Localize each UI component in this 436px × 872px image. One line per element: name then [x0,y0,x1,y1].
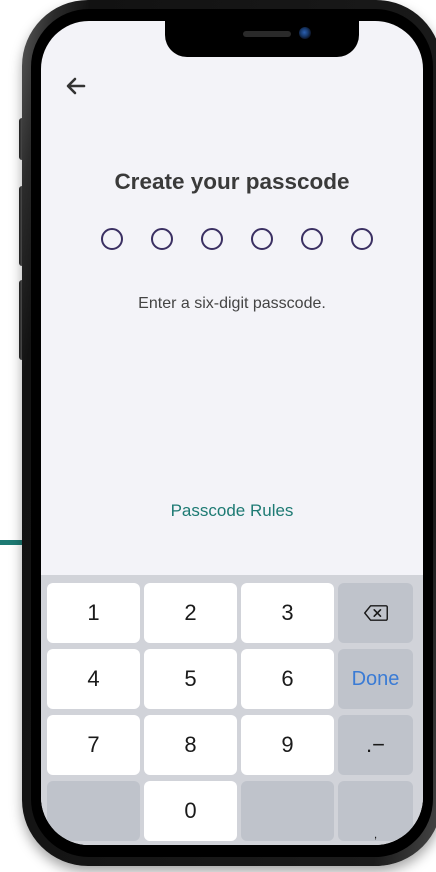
key-4[interactable]: 4 [47,649,140,709]
punctuation-key[interactable]: .− [338,715,413,775]
key-5[interactable]: 5 [144,649,237,709]
passcode-dot-5 [301,228,323,250]
passcode-dot-4 [251,228,273,250]
phone-notch [165,21,359,57]
passcode-dot-2 [151,228,173,250]
backspace-icon [363,605,388,621]
passcode-rules-link[interactable]: Passcode Rules [41,501,423,521]
key-9[interactable]: 9 [241,715,334,775]
key-6[interactable]: 6 [241,649,334,709]
front-camera-icon [299,27,311,39]
done-key[interactable]: Done [338,649,413,709]
passcode-dot-1 [101,228,123,250]
empty-key-left [47,781,140,841]
key-1[interactable]: 1 [47,583,140,643]
phone-frame: Create your passcode Enter a six-digit p… [22,0,436,866]
passcode-hint: Enter a six-digit passcode. [138,295,326,312]
passcode-dot-3 [201,228,223,250]
arrow-left-icon [66,77,86,95]
passcode-indicator [101,228,373,250]
empty-key-middle [241,781,334,841]
key-8[interactable]: 8 [144,715,237,775]
key-7[interactable]: 7 [47,715,140,775]
speaker-grille [243,31,291,37]
backspace-key[interactable] [338,583,413,643]
back-button[interactable] [61,71,91,101]
phone-bezel: Create your passcode Enter a six-digit p… [31,9,433,857]
key-2[interactable]: 2 [144,583,237,643]
passcode-dot-6 [351,228,373,250]
key-0[interactable]: 0 [144,781,237,841]
comma-key[interactable]: , [338,781,413,841]
page-title: Create your passcode [114,169,350,194]
phone-screen: Create your passcode Enter a six-digit p… [41,21,423,845]
key-3[interactable]: 3 [241,583,334,643]
numeric-keyboard: 1 2 3 4 5 6 Done 7 8 9 .− 0 , [41,575,423,845]
